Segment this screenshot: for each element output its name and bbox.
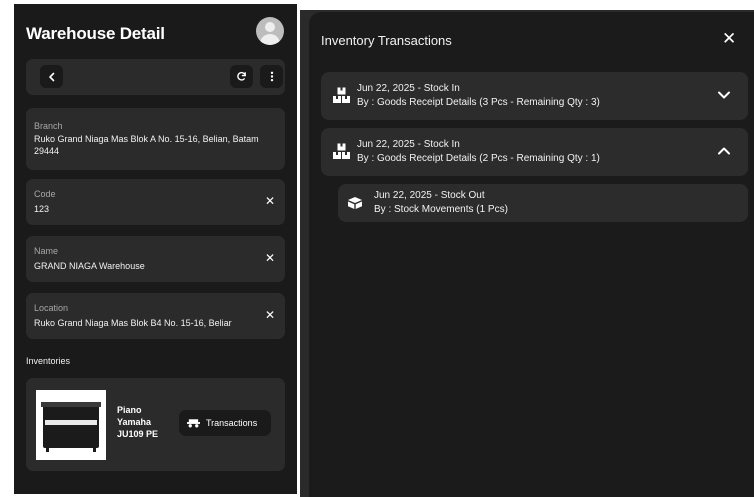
- branch-label: Branch: [34, 121, 63, 131]
- transaction-child-item[interactable]: Jun 22, 2025 - Stock Out By : Stock Move…: [338, 184, 748, 222]
- refresh-button[interactable]: [230, 65, 253, 88]
- name-label: Name: [34, 246, 59, 256]
- stock-out-icon: [348, 197, 362, 209]
- location-label: Location: [34, 303, 69, 313]
- transaction-item[interactable]: Jun 22, 2025 - Stock In By : Goods Recei…: [321, 72, 748, 120]
- inventory-transactions-dialog: Inventory Transactions ✕ Jun 22, 2025 - …: [309, 12, 754, 497]
- location-field[interactable]: Location Ruko Grand Niaga Mas Blok B4 No…: [26, 293, 285, 339]
- warehouse-detail-panel: Warehouse Detail Branch Ruko Grand Niaga…: [14, 4, 297, 494]
- clear-code-button[interactable]: ✕: [265, 194, 275, 208]
- dialog-title: Inventory Transactions: [321, 33, 452, 48]
- name-value: GRAND NIAGA Warehouse: [34, 261, 145, 271]
- transaction-title: Jun 22, 2025 - Stock In: [357, 83, 460, 94]
- chevron-up-icon[interactable]: [717, 144, 731, 158]
- stock-in-icon: [333, 143, 350, 159]
- product-image: [36, 390, 106, 460]
- toolbar: [26, 59, 285, 95]
- transaction-detail: By : Goods Receipt Details (2 Pcs - Rema…: [357, 153, 600, 164]
- more-button[interactable]: [260, 65, 283, 88]
- clear-icon: ✕: [264, 251, 275, 265]
- chevron-down-icon[interactable]: [717, 88, 731, 102]
- close-button[interactable]: ✕: [722, 29, 736, 49]
- close-icon: ✕: [722, 29, 737, 48]
- location-value: Ruko Grand Niaga Mas Blok B4 No. 15-16, …: [34, 318, 232, 328]
- code-label: Code: [34, 189, 56, 199]
- transactions-icon: [187, 419, 200, 428]
- avatar[interactable]: [256, 17, 284, 45]
- inventories-heading: Inventories: [26, 356, 71, 366]
- transactions-button-label: Transactions: [206, 418, 258, 428]
- page-title: Warehouse Detail: [26, 24, 165, 43]
- clear-name-button[interactable]: ✕: [265, 251, 275, 265]
- clear-icon: ✕: [264, 308, 275, 322]
- clear-location-button[interactable]: ✕: [265, 308, 275, 322]
- transaction-detail: By : Stock Movements (1 Pcs): [374, 204, 508, 215]
- back-icon: [48, 72, 54, 81]
- back-button[interactable]: [40, 65, 63, 88]
- code-field[interactable]: Code 123 ✕: [26, 179, 285, 225]
- transaction-title: Jun 22, 2025 - Stock Out: [374, 190, 485, 201]
- inventory-card: Piano Yamaha JU109 PE Transactions: [26, 378, 285, 471]
- transaction-item[interactable]: Jun 22, 2025 - Stock In By : Goods Recei…: [321, 128, 748, 176]
- transaction-detail: By : Goods Receipt Details (3 Pcs - Rema…: [357, 97, 600, 108]
- transactions-button[interactable]: Transactions: [179, 410, 271, 436]
- branch-value: Ruko Grand Niaga Mas Blok A No. 15-16, B…: [34, 134, 259, 156]
- name-field[interactable]: Name GRAND NIAGA Warehouse ✕: [26, 236, 285, 282]
- clear-icon: ✕: [264, 194, 275, 208]
- stock-in-icon: [333, 87, 350, 103]
- code-value: 123: [34, 204, 50, 214]
- more-icon: [270, 71, 273, 82]
- transaction-title: Jun 22, 2025 - Stock In: [357, 139, 460, 150]
- product-name: Piano Yamaha JU109 PE: [117, 405, 159, 439]
- refresh-icon: [237, 71, 246, 81]
- branch-field[interactable]: Branch Ruko Grand Niaga Mas Blok A No. 1…: [26, 108, 285, 170]
